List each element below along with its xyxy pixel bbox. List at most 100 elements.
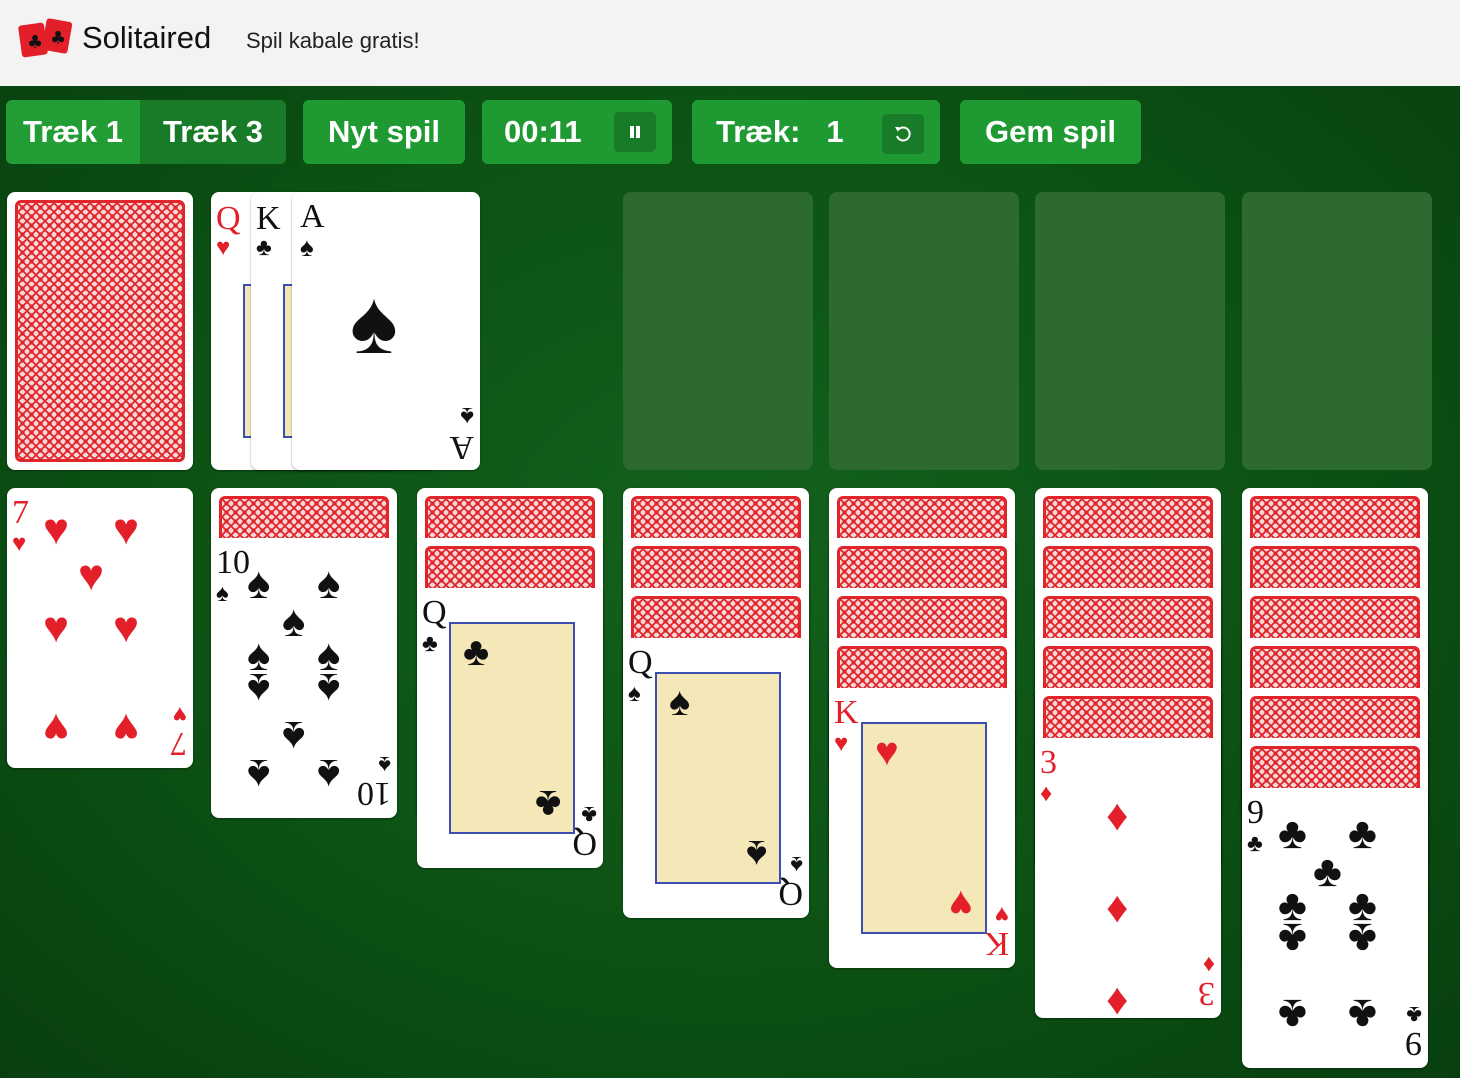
diamond-pip-icon: ♦ xyxy=(1106,791,1129,840)
card-rank: 7 xyxy=(170,725,187,762)
face-card-art: ♣ ♣ xyxy=(449,622,575,834)
pause-button[interactable] xyxy=(614,112,656,152)
draw-3-button[interactable]: Træk 3 xyxy=(140,100,286,164)
moves-count: 1 xyxy=(826,114,844,149)
foundation-slot[interactable] xyxy=(1035,192,1225,470)
spade-icon: ♠ xyxy=(669,680,691,724)
card-rank: Q xyxy=(778,875,803,912)
card-corner-bottom: A ♠ xyxy=(449,402,474,466)
card-rank: 10 xyxy=(216,544,250,581)
club-pip-icon: ♣ xyxy=(1278,809,1307,858)
club-icon: ♣ xyxy=(463,630,490,674)
spade-pip-icon: ♠ xyxy=(247,750,271,799)
draw-mode-toggle: Træk 1 Træk 3 xyxy=(6,100,286,164)
heart-icon: ♥ xyxy=(994,901,1009,928)
card-corner-bottom: 10 ♠ xyxy=(357,744,391,812)
card-rank: Q xyxy=(216,200,241,237)
club-pip-icon: ♣ xyxy=(1348,914,1377,963)
card-rank: 3 xyxy=(1040,744,1057,781)
spade-icon: ♠ xyxy=(350,273,398,373)
club-icon: ♣ xyxy=(422,630,438,657)
tableau-card[interactable]: 7 ♥ 7 ♥ ♥ ♥ ♥ ♥ ♥ ♥ ♥ xyxy=(7,488,193,768)
foundation-slot[interactable] xyxy=(1242,192,1432,470)
spade-icon: ♠ xyxy=(216,580,229,607)
heart-pip-icon: ♥ xyxy=(113,603,140,652)
club-pip-icon: ♣ xyxy=(1278,990,1307,1039)
heart-icon: ♥ xyxy=(875,730,899,774)
club-pip-icon: ♣ xyxy=(1278,914,1307,963)
heart-icon: ♥ xyxy=(172,701,187,728)
heart-icon: ♥ xyxy=(834,730,849,757)
heart-pip-icon: ♥ xyxy=(43,704,70,753)
card-rank: 7 xyxy=(12,494,29,531)
face-card-art: ♠ ♠ xyxy=(655,672,781,884)
spade-icon: ♠ xyxy=(378,751,391,778)
card-rank: K xyxy=(984,925,1009,962)
card-rank: Q xyxy=(628,644,653,681)
card-corner-bottom: 7 ♥ xyxy=(153,694,187,762)
logo-icon[interactable]: ♣ ♣ xyxy=(18,18,74,58)
save-game-button[interactable]: Gem spil xyxy=(960,100,1141,164)
card-corner-bottom: 3 ♦ xyxy=(1181,944,1215,1012)
spade-pip-icon: ♠ xyxy=(317,664,341,713)
club-icon: ♣ xyxy=(1406,1001,1422,1028)
club-icon: ♣ xyxy=(534,782,561,826)
spade-pip-icon: ♠ xyxy=(247,559,271,608)
heart-pip-icon: ♥ xyxy=(43,603,70,652)
heart-pip-icon: ♥ xyxy=(113,704,140,753)
spade-pip-icon: ♠ xyxy=(247,664,271,713)
card-rank: A xyxy=(300,198,325,235)
card-rank: 10 xyxy=(357,775,391,812)
heart-pip-icon: ♥ xyxy=(43,505,70,554)
spade-icon: ♠ xyxy=(628,680,641,707)
svg-text:♣: ♣ xyxy=(50,28,66,49)
spade-pip-icon: ♠ xyxy=(317,559,341,608)
heart-icon: ♥ xyxy=(12,530,27,557)
spade-icon: ♠ xyxy=(745,832,767,876)
tableau-card[interactable]: Q ♣ Q ♣ ♣ ♣ xyxy=(417,588,603,868)
undo-button[interactable] xyxy=(882,114,924,154)
club-pip-icon: ♣ xyxy=(1348,809,1377,858)
card-rank: 9 xyxy=(1247,794,1264,831)
pause-icon xyxy=(630,126,640,138)
foundation-slot[interactable] xyxy=(829,192,1019,470)
tableau-card[interactable]: Q ♠ Q ♠ ♠ ♠ xyxy=(623,638,809,918)
svg-text:♣: ♣ xyxy=(27,32,43,53)
tableau-card[interactable]: 3 ♦ 3 ♦ ♦ ♦ ♦ xyxy=(1035,738,1221,1018)
club-icon: ♣ xyxy=(256,234,272,261)
card-rank: Q xyxy=(572,825,597,862)
diamond-pip-icon: ♦ xyxy=(1106,975,1129,1019)
spade-pip-icon: ♠ xyxy=(282,712,306,761)
spade-pip-icon: ♠ xyxy=(282,597,306,646)
undo-icon xyxy=(895,126,911,142)
moves-label: Træk: xyxy=(716,114,801,149)
card-rank: Q xyxy=(422,594,447,631)
timer-value: 00:11 xyxy=(504,114,582,149)
tableau-card[interactable]: 10 ♠ 10 ♠ ♠ ♠ ♠ ♠ ♠ ♠ ♠ ♠ ♠ ♠ xyxy=(211,538,397,818)
club-icon: ♣ xyxy=(581,801,597,828)
card-rank: 9 xyxy=(1405,1025,1422,1062)
card-corner-bottom: 9 ♣ xyxy=(1388,994,1422,1062)
stock-pile[interactable] xyxy=(7,192,193,470)
top-bar: ♣ ♣ Solitaired Spil kabale gratis! xyxy=(0,0,1460,87)
diamond-icon: ♦ xyxy=(1202,951,1215,978)
new-game-button[interactable]: Nyt spil xyxy=(303,100,465,164)
diamond-icon: ♦ xyxy=(1040,780,1053,807)
club-icon: ♣ xyxy=(1247,830,1263,857)
card-rank: K xyxy=(834,694,859,731)
heart-pip-icon: ♥ xyxy=(113,505,140,554)
diamond-pip-icon: ♦ xyxy=(1106,883,1129,932)
spade-pip-icon: ♠ xyxy=(317,750,341,799)
brand-name[interactable]: Solitaired xyxy=(82,20,211,56)
tableau-card[interactable]: K ♥ K ♥ ♥ ♥ xyxy=(829,688,1015,968)
heart-icon: ♥ xyxy=(949,882,973,926)
draw-1-button[interactable]: Træk 1 xyxy=(6,100,140,164)
foundation-slot[interactable] xyxy=(623,192,813,470)
waste-card-ace-spades[interactable]: A ♠ ♠ A ♠ xyxy=(292,192,480,470)
club-pip-icon: ♣ xyxy=(1313,847,1342,896)
tableau-card[interactable]: 9 ♣ 9 ♣ ♣ ♣ ♣ ♣ ♣ ♣ ♣ ♣ ♣ xyxy=(1242,788,1428,1068)
face-card-art: ♥ ♥ xyxy=(861,722,987,934)
club-pip-icon: ♣ xyxy=(1348,990,1377,1039)
tagline: Spil kabale gratis! xyxy=(246,28,420,53)
card-rank: 3 xyxy=(1198,975,1215,1012)
